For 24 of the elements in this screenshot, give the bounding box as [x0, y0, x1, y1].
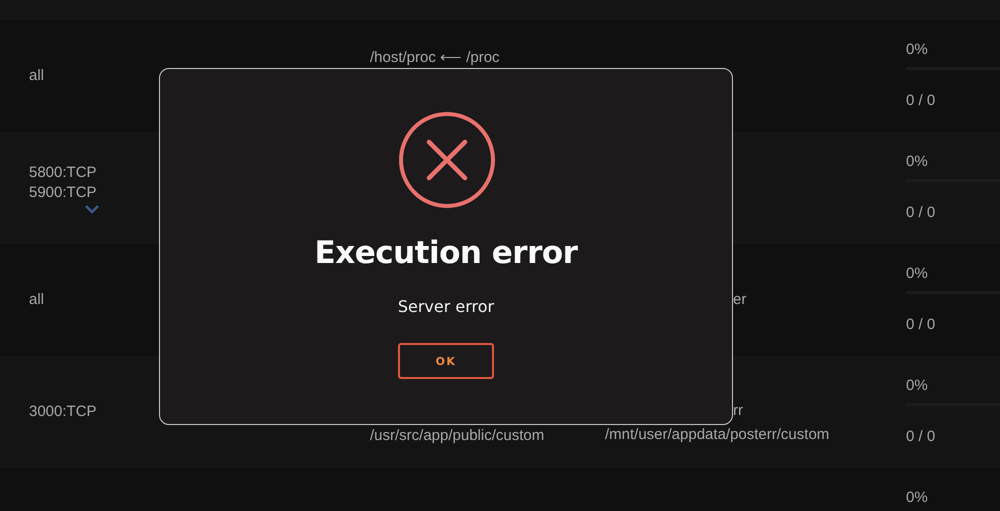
dialog-message: Server error	[398, 297, 494, 316]
cpu-text: 0%	[906, 40, 929, 60]
path-text: er	[732, 290, 748, 310]
port-text: 3000:TCP	[29, 402, 98, 422]
memory-text: 0 / 0	[906, 427, 936, 447]
error-icon	[398, 111, 496, 209]
memory-text: 0 / 0	[906, 203, 936, 223]
cpu-text: 0%	[906, 376, 929, 396]
cpu-text: 0%	[906, 152, 929, 172]
path-text: /host/proc ⟵ /proc	[370, 48, 501, 68]
port-text: all	[29, 290, 46, 310]
chevron-down-icon[interactable]	[85, 204, 99, 214]
memory-text: 0 / 0	[906, 315, 936, 335]
ok-button[interactable]: OK	[398, 343, 494, 379]
memory-text: 0 / 0	[906, 91, 936, 111]
cpu-text: 0%	[906, 488, 929, 508]
dialog-title: Execution error	[314, 235, 578, 271]
path-text: rr	[732, 401, 744, 421]
path-text: /mnt/user/appdata/posterr/custom	[605, 425, 830, 445]
cpu-text: 0%	[906, 264, 929, 284]
port-text: 5900:TCP	[29, 182, 98, 202]
port-text: 5800:TCP	[29, 162, 98, 182]
port-text: all	[29, 66, 46, 86]
path-text: /usr/src/app/public/custom	[370, 426, 546, 446]
